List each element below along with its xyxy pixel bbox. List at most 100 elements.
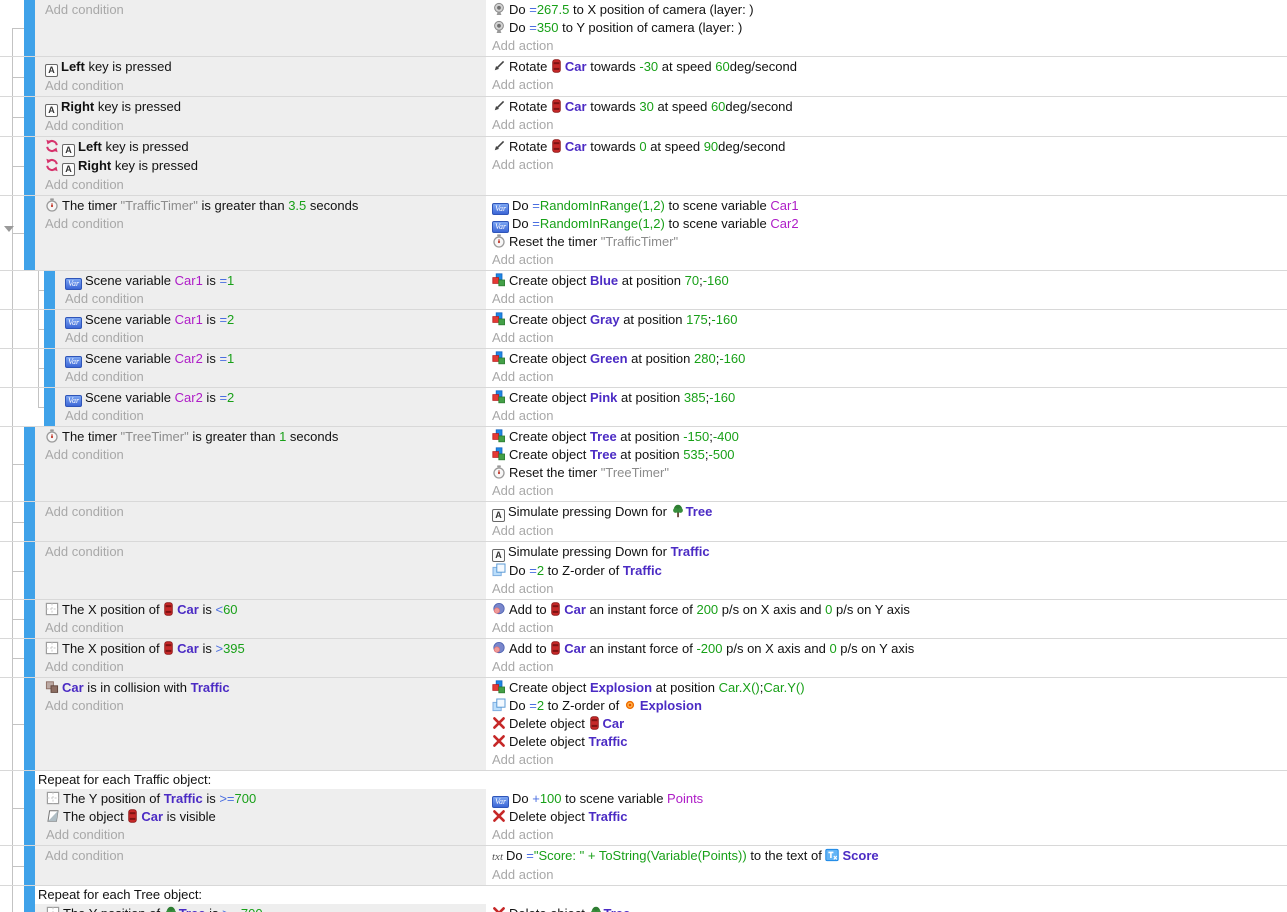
add-action-link[interactable]: Add action xyxy=(492,368,1281,386)
event-highlight-bar[interactable] xyxy=(44,349,55,387)
action-line[interactable]: ASimulate pressing Down for Traffic xyxy=(492,543,1281,562)
condition-line[interactable]: The Y position of Traffic is >=700 xyxy=(46,790,480,808)
event-highlight-bar[interactable] xyxy=(24,639,35,677)
add-condition-link[interactable]: Add condition xyxy=(46,826,480,844)
event-highlight-bar[interactable] xyxy=(44,271,55,309)
event-highlight-bar[interactable] xyxy=(24,137,35,195)
add-action-link[interactable]: Add action xyxy=(492,156,1281,174)
add-condition-link[interactable]: Add condition xyxy=(45,503,480,521)
add-condition-link[interactable]: Add condition xyxy=(45,697,480,715)
add-condition-link[interactable]: Add condition xyxy=(45,117,480,135)
action-line[interactable]: Create object Tree at position 535;-500 xyxy=(492,446,1281,464)
text: Do xyxy=(506,848,526,863)
action-line[interactable]: VarDo +100 to scene variable Points xyxy=(492,790,1281,808)
action-line[interactable]: Create object Gray at position 175;-160 xyxy=(492,311,1281,329)
action-line[interactable]: Create object Explosion at position Car.… xyxy=(492,679,1281,697)
action-line[interactable]: Add to Car an instant force of -200 p/s … xyxy=(492,640,1281,658)
add-action-link[interactable]: Add action xyxy=(492,329,1281,347)
event-highlight-bar[interactable] xyxy=(44,388,55,426)
event-highlight-bar[interactable] xyxy=(24,57,35,96)
add-condition-link[interactable]: Add condition xyxy=(45,176,480,194)
collapse-arrow-icon[interactable] xyxy=(4,226,14,232)
position-icon xyxy=(45,602,59,616)
action-line[interactable]: VarDo =RandomInRange(1,2) to scene varia… xyxy=(492,215,1281,233)
add-action-link[interactable]: Add action xyxy=(492,407,1281,425)
event-highlight-bar[interactable] xyxy=(24,542,35,599)
add-action-link[interactable]: Add action xyxy=(492,290,1281,308)
action-line[interactable]: Do =2 to Z-order of Explosion xyxy=(492,697,1281,715)
event-highlight-bar[interactable] xyxy=(24,427,35,501)
action-line[interactable]: Rotate Car towards 0 at speed 90deg/seco… xyxy=(492,138,1281,156)
event-highlight-bar[interactable] xyxy=(44,310,55,348)
event-highlight-bar[interactable] xyxy=(24,886,35,912)
condition-line[interactable]: ARight key is pressed xyxy=(45,157,480,176)
action-line[interactable]: Rotate Car towards 30 at speed 60deg/sec… xyxy=(492,98,1281,116)
add-action-link[interactable]: Add action xyxy=(492,116,1281,134)
action-line[interactable]: txtDo ="Score: " + ToString(Variable(Poi… xyxy=(492,847,1281,866)
action-line[interactable]: Rotate Car towards -30 at speed 60deg/se… xyxy=(492,58,1281,76)
action-line[interactable]: Delete object Traffic xyxy=(492,808,1281,826)
action-line[interactable]: Reset the timer "TrafficTimer" xyxy=(492,233,1281,251)
event-highlight-bar[interactable] xyxy=(24,0,35,56)
add-action-link[interactable]: Add action xyxy=(492,658,1281,676)
event-highlight-bar[interactable] xyxy=(24,600,35,638)
action-line[interactable]: Add to Car an instant force of 200 p/s o… xyxy=(492,601,1281,619)
add-condition-link[interactable]: Add condition xyxy=(45,446,480,464)
condition-line[interactable]: The object Car is visible xyxy=(46,808,480,826)
condition-line[interactable]: Car is in collision with Traffic xyxy=(45,679,480,697)
action-line[interactable]: Create object Green at position 280;-160 xyxy=(492,350,1281,368)
add-condition-link[interactable]: Add condition xyxy=(65,329,480,347)
add-action-link[interactable]: Add action xyxy=(492,751,1281,769)
action-line[interactable]: Reset the timer "TreeTimer" xyxy=(492,464,1281,482)
event-highlight-bar[interactable] xyxy=(24,771,35,845)
condition-line[interactable]: VarScene variable Car1 is =2 xyxy=(65,311,480,329)
condition-line[interactable]: The timer "TrafficTimer" is greater than… xyxy=(45,197,480,215)
repeat-header: Repeat for each Tree object: xyxy=(35,886,1287,904)
add-condition-link[interactable]: Add condition xyxy=(45,619,480,637)
event-highlight-bar[interactable] xyxy=(24,196,35,270)
add-condition-link[interactable]: Add condition xyxy=(45,215,480,233)
condition-line[interactable]: VarScene variable Car2 is =2 xyxy=(65,389,480,407)
action-line[interactable]: Create object Pink at position 385;-160 xyxy=(492,389,1281,407)
action-line[interactable]: Create object Blue at position 70;-160 xyxy=(492,272,1281,290)
condition-line[interactable]: The X position of Car is <60 xyxy=(45,601,480,619)
add-condition-link[interactable]: Add condition xyxy=(45,658,480,676)
condition-line[interactable]: The timer "TreeTimer" is greater than 1 … xyxy=(45,428,480,446)
add-condition-link[interactable]: Add condition xyxy=(45,77,480,95)
event-highlight-bar[interactable] xyxy=(24,846,35,885)
condition-line[interactable]: ALeft key is pressed xyxy=(45,138,480,157)
add-condition-link[interactable]: Add condition xyxy=(65,407,480,425)
add-condition-link[interactable]: Add condition xyxy=(45,1,480,19)
add-action-link[interactable]: Add action xyxy=(492,522,1281,540)
add-condition-link[interactable]: Add condition xyxy=(65,290,480,308)
add-action-link[interactable]: Add action xyxy=(492,826,1281,844)
add-action-link[interactable]: Add action xyxy=(492,619,1281,637)
condition-line[interactable]: The X position of Car is >395 xyxy=(45,640,480,658)
action-line[interactable]: VarDo =RandomInRange(1,2) to scene varia… xyxy=(492,197,1281,215)
condition-line[interactable]: ARight key is pressed xyxy=(45,98,480,117)
action-line[interactable]: Do =2 to Z-order of Traffic xyxy=(492,562,1281,580)
action-line[interactable]: Delete object Traffic xyxy=(492,733,1281,751)
action-line[interactable]: Create object Tree at position -150;-400 xyxy=(492,428,1281,446)
action-line[interactable]: Do =267.5 to X position of camera (layer… xyxy=(492,1,1281,19)
add-condition-link[interactable]: Add condition xyxy=(45,847,480,865)
add-action-link[interactable]: Add action xyxy=(492,482,1281,500)
add-action-link[interactable]: Add action xyxy=(492,37,1281,55)
add-action-link[interactable]: Add action xyxy=(492,76,1281,94)
action-line[interactable]: Delete object Car xyxy=(492,715,1281,733)
condition-line[interactable]: VarScene variable Car1 is =1 xyxy=(65,272,480,290)
condition-line[interactable]: The Y position of Tree is >= 700 xyxy=(46,905,480,912)
add-condition-link[interactable]: Add condition xyxy=(45,543,480,561)
add-condition-link[interactable]: Add condition xyxy=(65,368,480,386)
event-highlight-bar[interactable] xyxy=(24,678,35,770)
action-line[interactable]: Do =350 to Y position of camera (layer: … xyxy=(492,19,1281,37)
event-highlight-bar[interactable] xyxy=(24,97,35,136)
action-line[interactable]: ASimulate pressing Down for Tree xyxy=(492,503,1281,522)
event-highlight-bar[interactable] xyxy=(24,502,35,541)
add-action-link[interactable]: Add action xyxy=(492,866,1281,884)
condition-line[interactable]: VarScene variable Car2 is =1 xyxy=(65,350,480,368)
condition-line[interactable]: ALeft key is pressed xyxy=(45,58,480,77)
action-line[interactable]: Delete object Tree xyxy=(492,905,1281,912)
add-action-link[interactable]: Add action xyxy=(492,580,1281,598)
add-action-link[interactable]: Add action xyxy=(492,251,1281,269)
